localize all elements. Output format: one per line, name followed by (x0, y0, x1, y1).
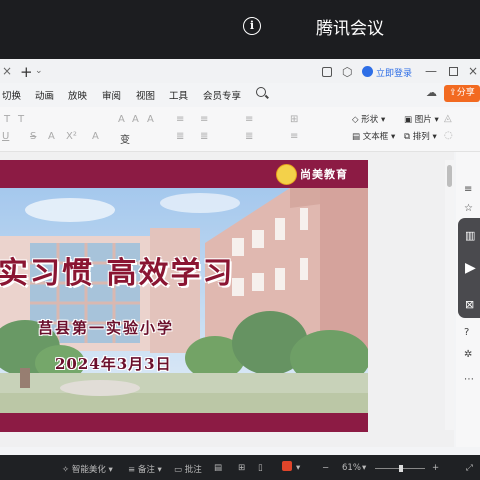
align-left-icon[interactable]: ≣ (176, 131, 184, 142)
slide[interactable]: 尚美教育 实习惯 高效学习 莒县第一实验小学 2024年3月3日 (0, 160, 368, 432)
menu-item-transition[interactable]: 切换 (2, 88, 21, 102)
zoom-out-icon[interactable]: − (322, 463, 329, 473)
slide-logo-text: 尚美教育 (300, 168, 348, 181)
school-building-illustration (0, 188, 368, 413)
close-panel-icon[interactable]: ⊠ (465, 298, 474, 311)
menu-item-member[interactable]: 会员专享 (203, 88, 241, 102)
zoom-in-icon[interactable]: + (432, 463, 439, 473)
fit-window-icon[interactable]: ⤢ (466, 463, 473, 473)
table-icon[interactable]: ⊞ (290, 114, 298, 125)
slide-school-name: 莒县第一实验小学 (38, 319, 175, 337)
tab-list-chevron-icon[interactable]: ⌄ (35, 66, 43, 76)
properties-icon[interactable]: ≡ (464, 184, 472, 195)
image-icon: ▣ (404, 115, 415, 125)
slideshow-chevron-icon[interactable]: ▾ (296, 463, 300, 473)
strikethrough-icon[interactable]: S (30, 131, 36, 142)
play-icon[interactable]: ▶ (465, 260, 476, 276)
zoom-chevron-icon[interactable]: ▾ (362, 463, 366, 473)
textbox-button[interactable]: ▤ 文本框 ▾ (352, 130, 395, 142)
textbox-icon: ▤ (352, 132, 363, 142)
font-color-icon[interactable]: A (92, 131, 99, 142)
superscript-icon[interactable]: X² (66, 131, 77, 142)
restore-icon[interactable] (449, 67, 458, 76)
fill-icon[interactable]: ◬ (444, 113, 452, 124)
new-tab-icon[interactable]: + (20, 63, 33, 81)
window-close-icon[interactable]: × (468, 64, 478, 78)
tools-icon[interactable]: ✲ (464, 349, 472, 360)
comments-button[interactable]: ▭ 批注 (174, 463, 202, 475)
smart-beautify-button[interactable]: ✧ 智能美化 ▾ (62, 463, 113, 475)
slide-footer-band (0, 413, 368, 432)
split-view-icon[interactable]: ▥ (465, 229, 475, 242)
cube-icon[interactable]: ⬡ (342, 65, 352, 79)
numbered-list-icon[interactable]: ≡ (200, 114, 208, 125)
search-icon[interactable] (256, 87, 266, 97)
minimize-icon[interactable]: — (425, 64, 437, 78)
align-right-icon[interactable]: ≣ (245, 131, 253, 142)
normal-view-icon[interactable]: ▤ (214, 463, 222, 473)
menu-item-slideshow[interactable]: 放映 (68, 88, 87, 102)
beautify-icon: ✧ (62, 465, 72, 475)
font-size-down-icon[interactable]: T (18, 114, 24, 125)
font-shrink-icon[interactable]: A (132, 114, 139, 125)
bullet-list-icon[interactable]: ≡ (176, 114, 184, 125)
char-spacing-icon[interactable]: 变 (120, 131, 130, 146)
sorter-view-icon[interactable]: ⊞ (238, 463, 245, 473)
align-center-icon[interactable]: ≣ (200, 131, 208, 142)
menu-item-tools[interactable]: 工具 (169, 88, 188, 102)
arrange-icon: ⧉ (404, 132, 413, 142)
slideshow-play-icon[interactable] (282, 461, 292, 471)
share-label: 分享 (456, 88, 475, 98)
reading-view-icon[interactable]: ▯ (258, 463, 263, 473)
underline-icon[interactable]: U (2, 131, 9, 142)
school-building-photo (0, 188, 368, 413)
tab-close-icon[interactable]: × (2, 64, 12, 78)
indent-icon[interactable]: ≡ (245, 114, 253, 125)
share-button[interactable]: ⇪分享 (444, 85, 480, 102)
comment-icon: ▭ (174, 465, 185, 475)
shape-icon: ◇ (352, 115, 362, 125)
share-icon: ⇪ (449, 88, 457, 98)
menu-item-view[interactable]: 视图 (136, 88, 155, 102)
slide-title: 实习惯 高效学习 (0, 256, 235, 291)
info-icon[interactable]: i (243, 17, 261, 35)
clear-format-icon[interactable]: A (147, 114, 154, 125)
more-icon[interactable]: ⋯ (464, 374, 474, 385)
scrollbar-thumb[interactable] (447, 165, 452, 187)
user-avatar-icon[interactable] (362, 66, 373, 77)
arrange-button[interactable]: ⧉ 排列 ▾ (404, 130, 437, 142)
font-size-up-icon[interactable]: T (4, 114, 10, 125)
cloud-sync-icon[interactable]: ☁ (426, 86, 437, 99)
font-grow-icon[interactable]: A (118, 114, 125, 125)
outline-icon[interactable]: ◌ (444, 130, 453, 141)
help-icon[interactable]: ? (464, 327, 469, 338)
school-logo-icon (276, 164, 297, 185)
favorite-icon[interactable]: ☆ (464, 203, 473, 214)
menu-item-review[interactable]: 审阅 (102, 88, 121, 102)
zoom-level[interactable]: 61% (342, 463, 361, 473)
slide-date: 2024年3月3日 (55, 355, 172, 373)
notes-button[interactable]: ≡ 备注 ▾ (128, 463, 162, 475)
login-button[interactable]: 立即登录 (376, 66, 412, 79)
justify-icon[interactable]: ≡ (290, 131, 298, 142)
vertical-scrollbar[interactable] (445, 160, 454, 430)
zoom-slider-handle[interactable] (399, 465, 403, 472)
notes-icon: ≡ (128, 465, 138, 475)
meeting-title: 腾讯会议 (316, 19, 384, 39)
image-button[interactable]: ▣ 图片 ▾ (404, 113, 439, 125)
shape-button[interactable]: ◇ 形状 ▾ (352, 113, 385, 125)
shadow-text-icon[interactable]: A (48, 131, 55, 142)
menu-item-animation[interactable]: 动画 (35, 88, 54, 102)
workspace-icon[interactable] (322, 67, 332, 77)
